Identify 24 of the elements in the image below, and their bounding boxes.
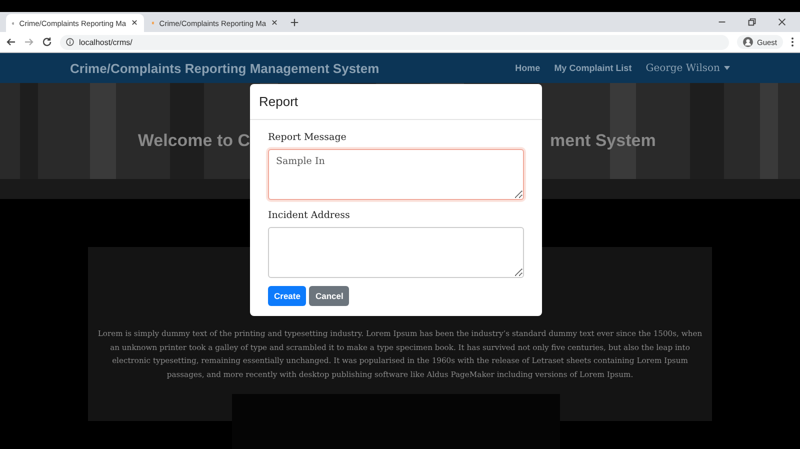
field-label: Incident Address: [268, 210, 351, 221]
person-icon: [742, 37, 753, 47]
close-icon[interactable]: [778, 18, 786, 26]
text-area[interactable]: Sample In: [268, 149, 524, 200]
info-icon: [66, 38, 74, 46]
caret-icon: [724, 66, 730, 70]
site-title[interactable]: Crime/Complaints Reporting Management System: [70, 60, 380, 76]
banner-heading: Welcome to C: [136, 131, 250, 151]
address-field[interactable]: localhost/crms/: [60, 34, 729, 50]
close-icon[interactable]: [131, 19, 138, 26]
banner-heading: ment System: [550, 131, 657, 151]
create-button[interactable]: Create: [268, 286, 306, 306]
user-menu[interactable]: George Wilson: [646, 62, 730, 74]
reload-icon[interactable]: [42, 37, 52, 47]
cancel-button[interactable]: Cancel: [309, 286, 350, 306]
nav-link[interactable]: Home: [515, 63, 540, 73]
nav-link[interactable]: My Complaint List: [554, 63, 632, 73]
dialog-title: Report: [250, 84, 542, 120]
close-icon[interactable]: [271, 19, 278, 26]
plus-icon[interactable]: [290, 18, 299, 27]
field-label: Report Message: [268, 132, 348, 143]
back-icon[interactable]: [6, 37, 16, 47]
menu-icon[interactable]: [791, 37, 794, 47]
restore-icon[interactable]: [748, 18, 756, 26]
